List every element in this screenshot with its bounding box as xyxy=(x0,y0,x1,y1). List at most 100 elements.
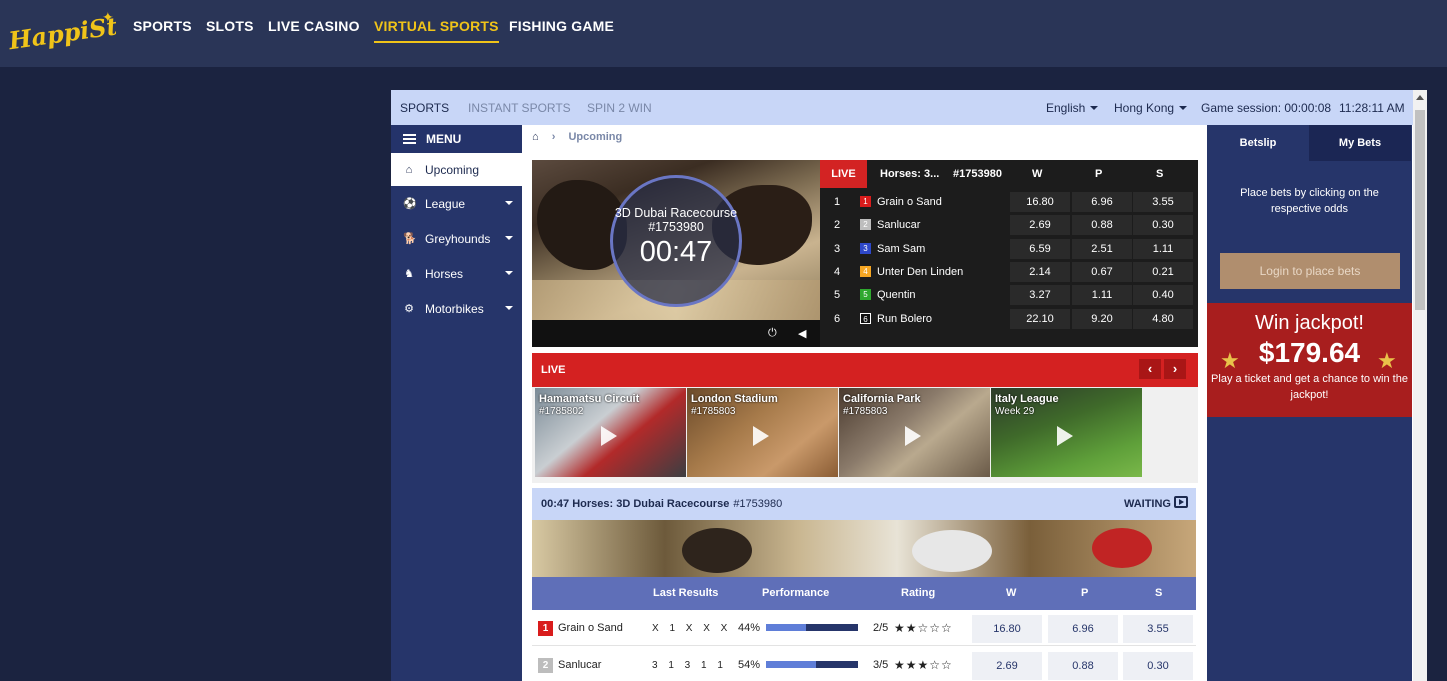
col-p: P xyxy=(1095,168,1103,180)
odds-s-button[interactable]: 0.21 xyxy=(1133,261,1193,282)
sidebar-item-league[interactable]: ⚽ League xyxy=(391,186,522,221)
tab-my-bets[interactable]: My Bets xyxy=(1309,125,1411,161)
tab-sports[interactable]: SPORTS xyxy=(400,101,449,115)
chevron-down-icon xyxy=(505,236,513,240)
breadcrumb: ⌂ › Upcoming xyxy=(532,131,622,143)
odds-s-button[interactable]: 1.11 xyxy=(1133,238,1193,259)
odds-s-button[interactable]: 4.80 xyxy=(1133,308,1193,329)
language-select[interactable]: English xyxy=(1046,101,1099,115)
volume-icon[interactable]: ◀ xyxy=(798,327,806,340)
featured-race: 3D Dubai Racecourse #1753980 00:47 ⏻ ◀ LI… xyxy=(532,160,1198,347)
next-arrow-icon[interactable]: › xyxy=(1164,359,1186,379)
runner-number-badge: 1 xyxy=(538,621,553,636)
clock: 11:28:11 AM xyxy=(1339,101,1405,115)
col-p: P xyxy=(1081,587,1089,599)
tab-betslip[interactable]: Betslip xyxy=(1207,125,1309,161)
odds-p-button[interactable]: 9.20 xyxy=(1072,308,1132,329)
live-tile[interactable]: Italy League Week 29 xyxy=(991,388,1142,477)
prev-arrow-icon[interactable]: ‹ xyxy=(1139,359,1161,379)
odds-s-button[interactable]: 3.55 xyxy=(1123,615,1193,643)
chevron-right-icon: › xyxy=(551,131,556,143)
odds-s-button[interactable]: 3.55 xyxy=(1133,192,1193,212)
home-icon[interactable]: ⌂ xyxy=(532,131,539,143)
odds-w-button[interactable]: 2.69 xyxy=(1010,215,1070,236)
play-icon xyxy=(1057,426,1073,446)
sidebar-item-upcoming[interactable]: ⌂ Upcoming xyxy=(391,153,522,186)
col-rating: Rating xyxy=(901,587,936,599)
runner-number-badge: 5 xyxy=(860,289,871,301)
tab-spin-2-win[interactable]: SPIN 2 WIN xyxy=(587,101,652,115)
chevron-down-icon xyxy=(505,201,513,205)
top-navigation: HappiStar ✦ SPORTS SLOTS LIVE CASINO VIR… xyxy=(0,0,1447,67)
runner-number-badge: 1 xyxy=(860,196,871,207)
odds-w-button[interactable]: 6.59 xyxy=(1010,238,1070,259)
chevron-down-icon xyxy=(505,306,513,310)
featured-odds-table: LIVE Horses: 3... #1753980 W P S 1 1 Grain… xyxy=(820,160,1198,347)
sidebar-item-horses[interactable]: ♞ Horses xyxy=(391,256,522,291)
countdown-timer: 3D Dubai Racecourse #1753980 00:47 xyxy=(610,175,742,307)
live-tile[interactable]: California Park #1785803 xyxy=(839,388,990,477)
runner-position: 2 xyxy=(834,219,841,232)
odds-w-button[interactable]: 16.80 xyxy=(972,615,1042,643)
odds-p-button[interactable]: 0.88 xyxy=(1072,215,1132,236)
odds-w-button[interactable]: 16.80 xyxy=(1010,192,1070,212)
sidebar-item-motorbikes[interactable]: ⚙ Motorbikes xyxy=(391,291,522,326)
tv-play-icon[interactable] xyxy=(1174,496,1188,508)
odds-w-button[interactable]: 22.10 xyxy=(1010,308,1070,329)
odds-p-button[interactable]: 0.67 xyxy=(1072,261,1132,282)
live-tile[interactable]: Hamamatsu Circuit #1785802 xyxy=(535,388,686,477)
performance-percent: 44% xyxy=(738,622,761,634)
menu-toggle[interactable]: MENU xyxy=(391,125,522,153)
game-session: Game session: 00:00:08 xyxy=(1201,101,1332,115)
sidebar-item-greyhounds[interactable]: 🐕 Greyhounds xyxy=(391,221,522,256)
odds-p-button[interactable]: 0.88 xyxy=(1048,652,1118,680)
rating-value: 3/5 xyxy=(873,659,889,671)
jackpot-banner[interactable]: ★ ★ Win jackpot! $179.64 Play a ticket a… xyxy=(1207,303,1412,417)
nav-virtual-sports[interactable]: VIRTUAL SPORTS xyxy=(374,18,499,43)
tab-instant-sports[interactable]: INSTANT SPORTS xyxy=(468,101,571,115)
live-tile[interactable]: London Stadium #1785803 xyxy=(687,388,838,477)
odds-s-button[interactable]: 0.40 xyxy=(1133,285,1193,306)
scrollbar[interactable] xyxy=(1413,90,1427,681)
nav-live-casino[interactable]: LIVE CASINO xyxy=(268,18,360,34)
scroll-thumb[interactable] xyxy=(1415,110,1425,310)
odds-s-button[interactable]: 0.30 xyxy=(1133,215,1193,236)
odds-w-button[interactable]: 2.69 xyxy=(972,652,1042,680)
rating-stars-icon: ★★★☆☆ xyxy=(894,658,953,672)
performance-bar xyxy=(766,624,858,631)
menu-label: MENU xyxy=(426,132,462,146)
greyhound-icon: 🐕 xyxy=(403,233,417,245)
performance-bar xyxy=(766,661,858,668)
runner-name: Unter Den Linden xyxy=(877,265,964,278)
nav-sports[interactable]: SPORTS xyxy=(133,18,192,34)
runner-number-badge: 2 xyxy=(538,658,553,673)
star-icon: ★ xyxy=(1377,348,1397,373)
odds-p-button[interactable]: 1.11 xyxy=(1072,285,1132,306)
race-video[interactable]: 3D Dubai Racecourse #1753980 00:47 xyxy=(532,160,820,320)
nav-slots[interactable]: SLOTS xyxy=(206,18,254,34)
happistar-logo[interactable]: HappiStar ✦ xyxy=(6,6,116,54)
power-icon[interactable]: ⏻ xyxy=(768,327,777,340)
scroll-up-icon[interactable] xyxy=(1416,95,1424,100)
tile-name: Hamamatsu Circuit xyxy=(539,393,640,405)
runner-position: 4 xyxy=(834,265,841,278)
odds-p-button[interactable]: 2.51 xyxy=(1072,238,1132,259)
col-s: S xyxy=(1156,168,1164,180)
horse-icon: ♞ xyxy=(404,268,414,280)
odds-row: 5 5 Quentin 3.27 1.11 0.40 xyxy=(820,283,1198,306)
runner-position: 5 xyxy=(834,289,841,302)
odds-w-button[interactable]: 3.27 xyxy=(1010,285,1070,306)
play-icon xyxy=(753,426,769,446)
runner-name: Sanlucar xyxy=(558,659,602,671)
login-to-place-bets-button[interactable]: Login to place bets xyxy=(1220,253,1400,289)
motorbike-icon: ⚙ xyxy=(404,303,414,315)
nav-fishing-game[interactable]: FISHING GAME xyxy=(509,18,614,34)
soccer-ball-icon: ⚽ xyxy=(403,198,417,210)
odds-s-button[interactable]: 0.30 xyxy=(1123,652,1193,680)
odds-p-button[interactable]: 6.96 xyxy=(1072,192,1132,212)
logo-text: HappiStar xyxy=(6,7,116,54)
breadcrumb-current: Upcoming xyxy=(568,131,623,143)
odds-p-button[interactable]: 6.96 xyxy=(1048,615,1118,643)
odds-w-button[interactable]: 2.14 xyxy=(1010,261,1070,282)
timezone-select[interactable]: Hong Kong xyxy=(1114,101,1188,115)
